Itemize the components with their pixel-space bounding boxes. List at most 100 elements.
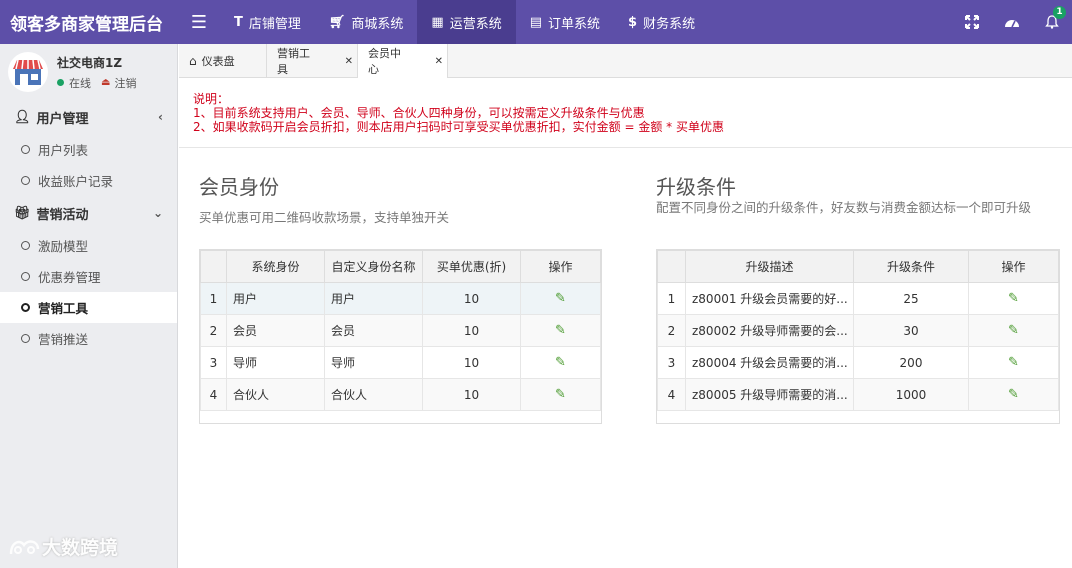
topnav-mall[interactable]: 🛒︎ 商城系统	[315, 0, 418, 44]
tab-member-center[interactable]: 会员中心 ✕	[358, 44, 448, 78]
upgrade-condition: 30	[853, 314, 969, 347]
topnav-shop[interactable]: T 店铺管理	[220, 0, 315, 44]
notification-bell-icon[interactable]: 1	[1032, 0, 1072, 44]
row-index: 2	[657, 314, 686, 347]
text-icon: T	[234, 14, 243, 30]
tab-label: 营销工具	[277, 47, 310, 76]
member-panel-title: 会员身份	[199, 175, 279, 199]
row-index: 3	[657, 346, 686, 379]
table-header-row: 升级描述 升级条件 操作	[657, 250, 1059, 283]
column-header: 升级条件	[853, 250, 969, 283]
member-panel-subtitle: 买单优惠可用二维码收款场景，支持单独开关	[199, 210, 450, 225]
custom-identity-name: 用户	[324, 282, 423, 315]
edit-pencil-icon[interactable]: ✎	[1008, 355, 1019, 370]
notice-title: 说明：	[193, 92, 230, 106]
user-name: 社交电商1Z	[57, 55, 123, 70]
close-icon[interactable]: ✕	[435, 56, 443, 67]
notice: 说明： 1、目前系统支持用户、会员、导师、合伙人四种身份，可以按需定义升级条件与…	[193, 92, 724, 134]
chevron-left-icon: ‹	[158, 110, 163, 124]
discount-value: 10	[422, 378, 521, 411]
sidebar-item-user-list[interactable]: 用户列表	[0, 134, 177, 165]
topnav-label: 商城系统	[351, 16, 404, 32]
home-icon: ⌂	[189, 54, 197, 68]
edit-pencil-icon[interactable]: ✎	[1008, 323, 1019, 338]
topnav-orders[interactable]: ▤ 订单系统	[516, 0, 614, 44]
upgrade-condition: 25	[853, 282, 969, 315]
discount-value: 10	[422, 314, 521, 347]
upgrade-table: 升级描述 升级条件 操作 1 z80001 升级会员需要的好... 25 ✎ 2…	[656, 249, 1060, 424]
sidebar-item-incentive-model[interactable]: 激励模型	[0, 230, 177, 261]
table-row: 3 导师 导师 10 ✎	[200, 346, 601, 379]
notice-line-1: 1、目前系统支持用户、会员、导师、合伙人四种身份，可以按需定义升级条件与优惠	[193, 106, 645, 120]
top-bar: 领客多商家管理后台 ☰ T 店铺管理 🛒︎ 商城系统 ▦ 运营系统 ▤ 订单系统 $ 财务…	[0, 0, 1072, 44]
list-icon: ▤	[529, 14, 543, 30]
topnav-operations[interactable]: ▦ 运营系统	[417, 0, 516, 44]
menu-group-users[interactable]: 👤︎ 用户管理 ‹	[0, 100, 177, 134]
chevron-down-icon: ⌄	[152, 206, 163, 220]
upgrade-description: z80002 升级导师需要的会...	[685, 314, 854, 347]
column-header	[200, 250, 227, 283]
edit-pencil-icon[interactable]: ✎	[1008, 291, 1019, 306]
tab-dashboard[interactable]: ⌂ 仪表盘	[179, 44, 267, 78]
system-identity: 用户	[226, 282, 325, 315]
row-index: 1	[200, 282, 227, 315]
online-dot-icon	[57, 79, 64, 86]
store-avatar-icon	[8, 52, 48, 92]
tab-marketing-tools[interactable]: 营销工具 ✕	[267, 44, 358, 78]
tab-label: 会员中心	[368, 47, 401, 76]
system-identity: 合伙人	[226, 378, 325, 411]
edit-pencil-icon[interactable]: ✎	[555, 291, 566, 306]
table-footer	[657, 411, 1059, 423]
logout-icon[interactable]: ⏏	[101, 77, 110, 88]
column-header: 操作	[968, 250, 1059, 283]
edit-pencil-icon[interactable]: ✎	[1008, 387, 1019, 402]
circle-icon	[21, 272, 30, 281]
upgrade-condition: 200	[853, 346, 969, 379]
dollar-icon: $	[628, 14, 638, 30]
fullscreen-icon[interactable]	[952, 0, 992, 44]
circle-icon	[21, 145, 30, 154]
edit-pencil-icon[interactable]: ✎	[555, 387, 566, 402]
custom-identity-name: 合伙人	[324, 378, 423, 411]
sidebar-item-label: 收益账户记录	[38, 174, 114, 189]
custom-identity-name: 会员	[324, 314, 423, 347]
menu-group-label: 营销活动	[36, 207, 89, 223]
cart-icon: 🛒︎	[328, 14, 346, 30]
logout-link[interactable]: 注销	[114, 75, 136, 91]
hamburger-menu-icon[interactable]: ☰	[178, 0, 220, 44]
sidebar-item-label: 营销推送	[38, 332, 89, 347]
sidebar-item-marketing-tools[interactable]: 营销工具	[0, 292, 177, 323]
column-header: 自定义身份名称	[324, 250, 423, 283]
custom-identity-name: 导师	[324, 346, 423, 379]
table-row: 1 用户 用户 10 ✎	[200, 282, 601, 315]
notice-line-2: 2、如果收款码开启会员折扣，则本店用户扫码时可享受买单优惠折扣，实付金额 = 金…	[193, 120, 724, 134]
menu-group-marketing[interactable]: 🎁︎ 营销活动 ⌄	[0, 196, 177, 230]
sidebar-item-marketing-push[interactable]: 营销推送	[0, 323, 177, 354]
column-header: 买单优惠(折)	[422, 250, 521, 283]
edit-pencil-icon[interactable]: ✎	[555, 323, 566, 338]
row-index: 1	[657, 282, 686, 315]
table-row: 1 z80001 升级会员需要的好... 25 ✎	[657, 282, 1059, 315]
sidebar-item-label: 优惠券管理	[38, 270, 101, 285]
topnav-label: 运营系统	[449, 16, 502, 32]
table-row: 3 z80004 升级会员需要的消... 200 ✎	[657, 346, 1059, 379]
sidebar-item-coupon-management[interactable]: 优惠券管理	[0, 261, 177, 292]
topnav-label: 店铺管理	[248, 16, 301, 32]
divider	[179, 147, 1072, 148]
edit-pencil-icon[interactable]: ✎	[555, 355, 566, 370]
close-icon[interactable]: ✕	[345, 56, 353, 67]
dashboard-gauge-icon[interactable]	[992, 0, 1032, 44]
system-identity: 会员	[226, 314, 325, 347]
discount-value: 10	[422, 282, 521, 315]
member-table: 系统身份 自定义身份名称 买单优惠(折) 操作 1 用户 用户 10 ✎ 2 会…	[199, 249, 602, 424]
sidebar-item-label: 用户列表	[38, 143, 89, 158]
user-status: 在线 ⏏ 注销	[57, 75, 136, 91]
upgrade-description: z80001 升级会员需要的好...	[685, 282, 854, 315]
sidebar: 社交电商1Z 在线 ⏏ 注销 👤︎ 用户管理 ‹ 用户列表 收益账户记录 🎁︎ …	[0, 44, 178, 568]
column-header: 操作	[520, 250, 601, 283]
topnav-label: 财务系统	[643, 16, 696, 32]
topnav-finance[interactable]: $ 财务系统	[614, 0, 709, 44]
user-panel: 社交电商1Z 在线 ⏏ 注销	[0, 44, 177, 100]
sidebar-item-income-records[interactable]: 收益账户记录	[0, 165, 177, 196]
upgrade-panel-title: 升级条件	[656, 175, 736, 199]
